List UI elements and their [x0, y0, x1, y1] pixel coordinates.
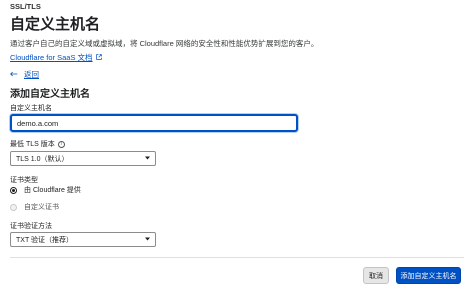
arrow-left-icon: [10, 70, 18, 79]
back-link[interactable]: 返回: [10, 69, 39, 80]
tls-version-label-row: 最低 TLS 版本 i: [10, 139, 65, 149]
hostname-label: 自定义主机名: [10, 105, 52, 112]
page-description: 通过客户自己的自定义域或虚拟域，将 Cloudflare 网络的安全性和性能优势…: [10, 39, 319, 48]
page-title: 自定义主机名: [10, 16, 101, 33]
validation-method-select[interactable]: TXT 验证（推荐）: [10, 232, 156, 247]
docs-link[interactable]: Cloudflare for SaaS 文档: [10, 52, 102, 63]
radio-button-checked[interactable]: [10, 186, 17, 194]
tls-version-select[interactable]: TLS 1.0（默认）: [10, 151, 156, 166]
cert-option-label: 自定义证书: [24, 204, 59, 211]
chevron-down-icon: [145, 155, 150, 162]
cert-type-label: 证书类型: [10, 177, 38, 184]
cert-option-label: 由 Cloudflare 提供: [24, 187, 81, 194]
chevron-down-icon: [145, 236, 150, 243]
cert-option-cloudflare[interactable]: 由 Cloudflare 提供: [10, 185, 81, 195]
radio-button[interactable]: [10, 203, 17, 211]
tls-version-label: 最低 TLS 版本: [10, 141, 55, 148]
add-custom-hostname-button[interactable]: 添加自定义主机名: [396, 267, 461, 284]
footer-divider: [10, 257, 464, 258]
section-title: 添加自定义主机名: [10, 89, 90, 100]
back-label: 返回: [24, 70, 39, 79]
tls-version-value: TLS 1.0（默认）: [16, 155, 69, 163]
external-link-icon: [95, 53, 102, 62]
hostname-input[interactable]: [10, 114, 298, 132]
validation-method-value: TXT 验证（推荐）: [16, 236, 74, 244]
cert-option-custom[interactable]: 自定义证书: [10, 202, 59, 212]
breadcrumb: SSL/TLS: [10, 2, 41, 11]
docs-link-label: Cloudflare for SaaS 文档: [10, 53, 93, 62]
cancel-button[interactable]: 取消: [363, 267, 389, 284]
validation-method-label: 证书验证方法: [10, 223, 52, 230]
info-icon[interactable]: i: [57, 140, 65, 148]
